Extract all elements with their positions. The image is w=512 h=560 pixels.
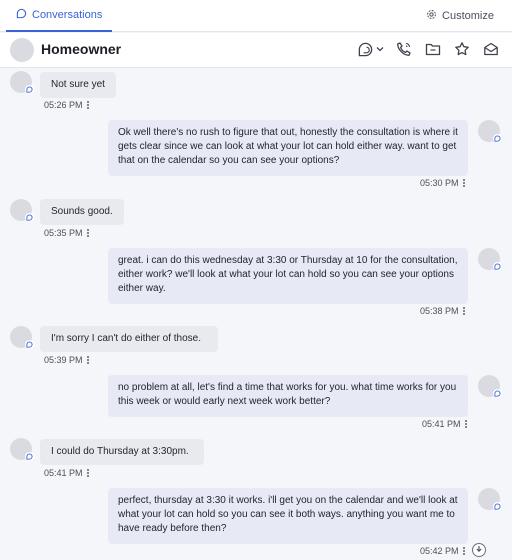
conversation-header: Homeowner xyxy=(0,33,512,68)
mail-icon[interactable] xyxy=(482,40,500,58)
contact-avatar-small xyxy=(10,438,34,461)
message-bubble-inbound: Sounds good. xyxy=(40,199,124,225)
top-tab-bar: Conversations Customize xyxy=(0,0,512,32)
message-meta: 05:35 PM xyxy=(44,228,89,238)
message-bubble-inbound: I could do Thursday at 3:30pm. xyxy=(40,439,204,465)
header-actions xyxy=(356,40,500,58)
message-meta: 05:41 PM xyxy=(422,419,467,429)
message-timestamp: 05:41 PM xyxy=(422,419,461,429)
message-bubble-outbound: Ok well there's no rush to figure that o… xyxy=(108,120,468,176)
contact-name: Homeowner xyxy=(41,41,122,57)
message-timestamp: 05:38 PM xyxy=(420,306,459,316)
agent-avatar-small xyxy=(478,248,502,271)
message-text: I could do Thursday at 3:30pm. xyxy=(51,446,189,457)
agent-avatar-small xyxy=(478,120,502,143)
message-text: Ok well there's no rush to figure that o… xyxy=(118,127,458,166)
message-options-icon[interactable] xyxy=(86,469,89,477)
message-meta: 05:30 PM xyxy=(420,178,465,188)
customize-label: Customize xyxy=(442,10,494,22)
message-meta: 05:38 PM xyxy=(420,306,465,316)
message-options-icon[interactable] xyxy=(462,547,465,555)
message-bubble-outbound: no problem at all, let's find a time tha… xyxy=(108,375,468,417)
message-bubble-inbound: I'm sorry I can't do either of those. xyxy=(40,326,218,352)
message-timestamp: 05:26 PM xyxy=(44,100,83,110)
message-text: great. i can do this wednesday at 3:30 o… xyxy=(118,255,458,294)
gear-icon xyxy=(426,9,437,23)
chevron-down-icon xyxy=(376,45,384,53)
message-text: no problem at all, let's find a time tha… xyxy=(118,382,457,407)
message-options-icon[interactable] xyxy=(86,101,89,109)
tab-conversations[interactable]: Conversations xyxy=(6,0,113,32)
agent-avatar-small xyxy=(478,488,502,511)
message-text: Not sure yet xyxy=(51,79,105,90)
message-options-icon[interactable] xyxy=(464,420,467,428)
message-meta: 05:39 PM xyxy=(44,355,89,365)
chat-dropdown-button[interactable] xyxy=(356,40,384,58)
tab-conversations-label: Conversations xyxy=(32,9,103,21)
message-options-icon[interactable] xyxy=(86,356,89,364)
phone-icon[interactable] xyxy=(395,40,413,58)
chat-bubble-icon xyxy=(16,8,27,22)
star-icon[interactable] xyxy=(453,40,471,58)
customize-button[interactable]: Customize xyxy=(426,0,494,32)
arrow-down-icon xyxy=(475,544,483,556)
contact-avatar-small xyxy=(10,326,34,349)
agent-avatar-small xyxy=(478,375,502,398)
message-timestamp: 05:30 PM xyxy=(420,178,459,188)
contact-avatar-small xyxy=(10,71,34,94)
message-text: Sounds good. xyxy=(51,206,113,217)
message-timestamp: 05:42 PM xyxy=(420,546,459,556)
message-text: perfect, thursday at 3:30 it works. i'll… xyxy=(118,495,458,534)
message-meta: 05:41 PM xyxy=(44,468,89,478)
message-timestamp: 05:41 PM xyxy=(44,468,83,478)
contact-avatar-small xyxy=(10,199,34,222)
message-timestamp: 05:39 PM xyxy=(44,355,83,365)
message-text: I'm sorry I can't do either of those. xyxy=(51,333,201,344)
message-bubble-outbound: perfect, thursday at 3:30 it works. i'll… xyxy=(108,488,468,544)
message-timestamp: 05:35 PM xyxy=(44,228,83,238)
message-bubble-inbound: Not sure yet xyxy=(40,72,116,98)
message-options-icon[interactable] xyxy=(462,179,465,187)
chat-dropdown-icon xyxy=(356,40,374,58)
message-bubble-outbound: great. i can do this wednesday at 3:30 o… xyxy=(108,248,468,304)
message-meta: 05:42 PM xyxy=(420,546,465,556)
message-options-icon[interactable] xyxy=(462,307,465,315)
message-meta: 05:26 PM xyxy=(44,100,89,110)
scroll-to-bottom-button[interactable] xyxy=(472,543,486,557)
message-thread[interactable]: Not sure yet 05:26 PM Ok well there's no… xyxy=(0,68,512,560)
folder-icon[interactable] xyxy=(424,40,442,58)
message-options-icon[interactable] xyxy=(86,229,89,237)
contact-avatar[interactable] xyxy=(10,38,34,62)
